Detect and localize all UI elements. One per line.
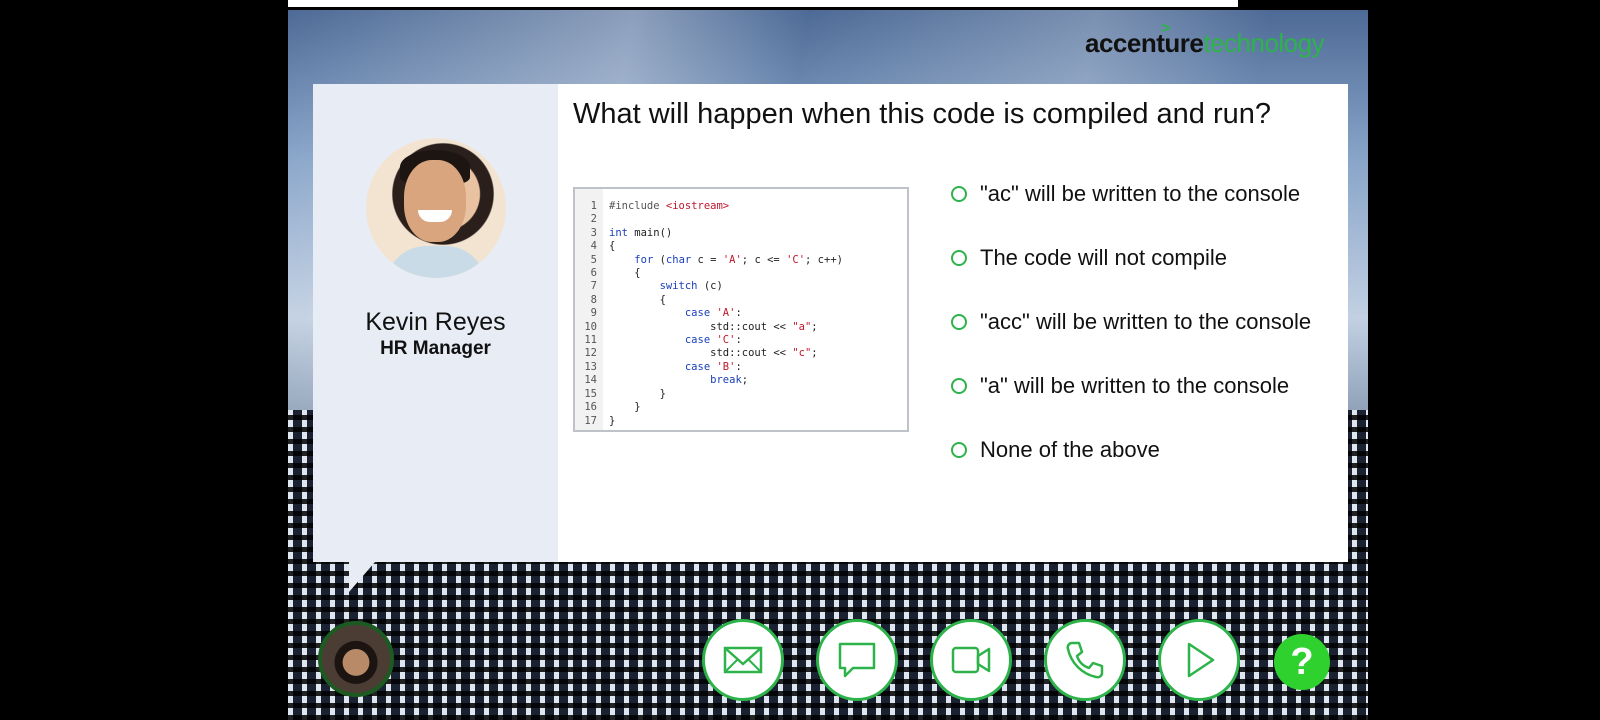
- speaker-avatar: [366, 138, 506, 278]
- code-line: 14 break;: [575, 374, 843, 387]
- answer-option-label: "ac" will be written to the console: [980, 181, 1301, 206]
- chat-icon: [838, 642, 876, 678]
- code-line: 2: [575, 213, 843, 226]
- user-avatar[interactable]: [318, 621, 394, 697]
- speaker-name: Kevin Reyes: [365, 308, 506, 336]
- line-number: 10: [584, 320, 597, 333]
- video-button[interactable]: [930, 619, 1012, 701]
- line-number: 9: [590, 307, 597, 320]
- code-line: 3 int main(): [575, 227, 843, 240]
- radio-icon[interactable]: [951, 442, 967, 458]
- answer-option-5[interactable]: None of the above: [951, 438, 1331, 462]
- radio-icon[interactable]: [951, 186, 967, 202]
- code-line: 10 std::cout << "a";: [575, 321, 843, 334]
- answer-option-label: The code will not compile: [980, 245, 1228, 270]
- answer-option-2[interactable]: The code will not compile: [951, 246, 1331, 270]
- phone-icon: [1066, 641, 1104, 679]
- phone-button[interactable]: [1044, 619, 1126, 701]
- answer-option-4[interactable]: "a" will be written to the console: [951, 374, 1331, 398]
- line-number: 3: [590, 226, 597, 239]
- mail-button[interactable]: [702, 619, 784, 701]
- speech-bubble-tail: [349, 562, 375, 592]
- line-number: 6: [590, 267, 597, 280]
- accenture-logo: > accenturetechnology: [1085, 20, 1325, 59]
- chat-button[interactable]: [816, 619, 898, 701]
- answer-option-3[interactable]: "acc" will be written to the console: [951, 310, 1331, 334]
- speaker-role: HR Manager: [380, 338, 491, 359]
- line-number: 4: [590, 240, 597, 253]
- play-button[interactable]: [1158, 619, 1240, 701]
- help-button[interactable]: ?: [1274, 634, 1330, 690]
- code-line: 15 }: [575, 388, 843, 401]
- radio-icon[interactable]: [951, 250, 967, 266]
- line-number: 16: [584, 401, 597, 414]
- line-number: 7: [590, 280, 597, 293]
- code-line: 11 case 'C':: [575, 334, 843, 347]
- code-lines: 1 #include <iostream> 2 3 int main() 4{5 for …: [575, 200, 843, 428]
- line-number: 5: [590, 253, 597, 266]
- line-number: 14: [584, 374, 597, 387]
- code-line: 13 case 'B':: [575, 361, 843, 374]
- mail-icon: [723, 646, 763, 674]
- code-line: 12 std::cout << "c";: [575, 347, 843, 360]
- answer-option-label: "acc" will be written to the console: [980, 309, 1312, 334]
- answer-option-label: None of the above: [980, 437, 1160, 462]
- code-line: 4{: [575, 240, 843, 253]
- line-number: 13: [584, 360, 597, 373]
- code-snippet: 1 #include <iostream> 2 3 int main() 4{5 for …: [573, 187, 909, 432]
- line-number: 15: [584, 387, 597, 400]
- code-line: 16 }: [575, 401, 843, 414]
- video-icon: [951, 646, 991, 674]
- logo-chevron-icon: >: [1161, 20, 1170, 37]
- question-text: What will happen when this code is compi…: [573, 98, 1272, 130]
- code-line: 1 #include <iostream>: [575, 200, 843, 213]
- question-card: Kevin Reyes HR Manager What will happen …: [313, 84, 1348, 562]
- line-number: 11: [584, 334, 597, 347]
- code-line: 5 for (char c = 'A'; c <= 'C'; c++): [575, 254, 843, 267]
- line-number: 2: [590, 213, 597, 226]
- code-line: 7 switch (c): [575, 280, 843, 293]
- play-icon: [1187, 642, 1215, 678]
- radio-icon[interactable]: [951, 378, 967, 394]
- top-strip: [288, 0, 1238, 7]
- logo-text-technology: technology: [1203, 28, 1325, 58]
- line-number: 1: [590, 200, 597, 212]
- speaker-panel: Kevin Reyes HR Manager: [313, 84, 558, 562]
- code-line: 9 case 'A':: [575, 307, 843, 320]
- code-line: 17}: [575, 415, 843, 428]
- answer-option-1[interactable]: "ac" will be written to the console: [951, 182, 1331, 206]
- line-number: 17: [584, 414, 597, 427]
- code-line: 6 {: [575, 267, 843, 280]
- code-line: 8 {: [575, 294, 843, 307]
- line-number: 8: [590, 293, 597, 306]
- logo-text-accenture: accenture: [1085, 28, 1204, 58]
- radio-icon[interactable]: [951, 314, 967, 330]
- answer-option-label: "a" will be written to the console: [980, 373, 1290, 398]
- line-number: 12: [584, 347, 597, 360]
